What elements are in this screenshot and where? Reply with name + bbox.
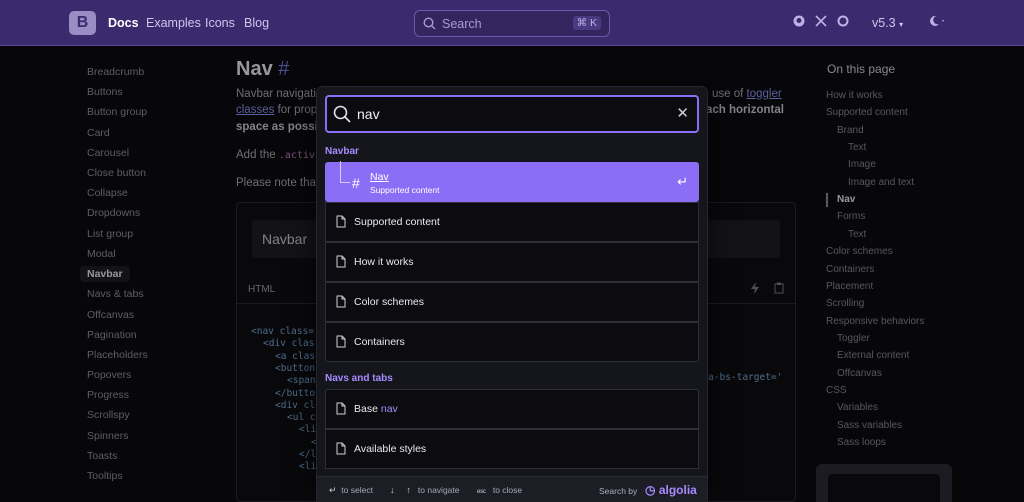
hit-title: Nav [370,171,389,183]
search-hit[interactable]: Base nav [325,389,699,429]
search-hit[interactable]: Containers [325,322,699,362]
group-title-navbar: Navbar [325,146,359,157]
document-icon [336,295,346,311]
search-by-label: Search by [599,486,638,496]
search-hit-nav[interactable]: # Nav Supported content ↵ [325,161,699,202]
theme-toggle-moon-icon[interactable] [928,15,946,30]
bootstrap-logo[interactable]: B [69,11,96,35]
hit-subtitle: Supported content [370,185,440,195]
nav-link-examples[interactable]: Examples [146,16,201,30]
hit-title: Base nav [354,403,398,415]
search-hit[interactable]: How it works [325,242,699,282]
escape-key-icon: esc [477,489,486,495]
search-placeholder: Search [442,17,482,31]
search-hit[interactable]: Color schemes [325,282,699,322]
search-shortcut: ⌘ K [572,16,601,30]
nav-link-docs[interactable]: Docs [108,16,139,30]
algolia-icon: ◷ [645,483,656,497]
tree-connector [340,161,350,183]
docsearch-modal: nav ✕ Navbar # Nav Supported content ↵ S… [317,87,707,502]
nav-link-blog[interactable]: Blog [244,16,269,30]
search-form: nav ✕ [325,95,699,133]
algolia-logo[interactable]: ◷ algolia [645,483,697,497]
arrow-up-icon: ↑ [406,485,411,495]
hit-title: How it works [354,256,414,268]
version-dropdown[interactable]: v5.3 ▾ [872,16,903,30]
navigate-hint: ↓ ↑ to navigate [390,485,460,495]
opencollective-icon[interactable] [837,15,849,30]
search-icon [423,17,436,33]
document-icon [336,255,346,271]
github-icon[interactable] [793,15,805,30]
modal-footer: ↵ to select ↓ ↑ to navigate esc to close… [317,476,707,502]
hash-icon: # [352,175,360,191]
document-icon [336,335,346,351]
group-title-navs-and-tabs: Navs and tabs [325,373,393,384]
x-twitter-icon[interactable] [815,15,827,30]
enter-key-icon: ↵ [329,485,337,495]
top-navbar: B Docs Examples Icons Blog Search ⌘ K v5… [0,0,1024,46]
hit-title: Supported content [354,216,440,228]
close-hint: esc to close [477,485,523,495]
select-hint: ↵ to select [329,485,373,495]
arrow-down-icon: ↓ [390,485,395,495]
document-icon [336,402,346,418]
hit-title: Containers [354,336,405,348]
clear-search-button[interactable]: ✕ [676,105,689,123]
search-hit[interactable]: Available styles [325,429,699,469]
search-input[interactable]: nav [357,106,380,122]
document-icon [336,442,346,458]
hit-title: Available styles [354,443,427,455]
nav-link-icons[interactable]: Icons [205,16,235,30]
hit-title: Color schemes [354,296,425,308]
search-hit[interactable]: Supported content [325,202,699,242]
chevron-down-icon: ▾ [899,20,904,29]
docsearch-button[interactable]: Search ⌘ K [414,10,610,37]
version-label: v5.3 [872,16,896,30]
search-icon [333,105,351,126]
enter-icon: ↵ [677,174,688,189]
document-icon [336,215,346,231]
